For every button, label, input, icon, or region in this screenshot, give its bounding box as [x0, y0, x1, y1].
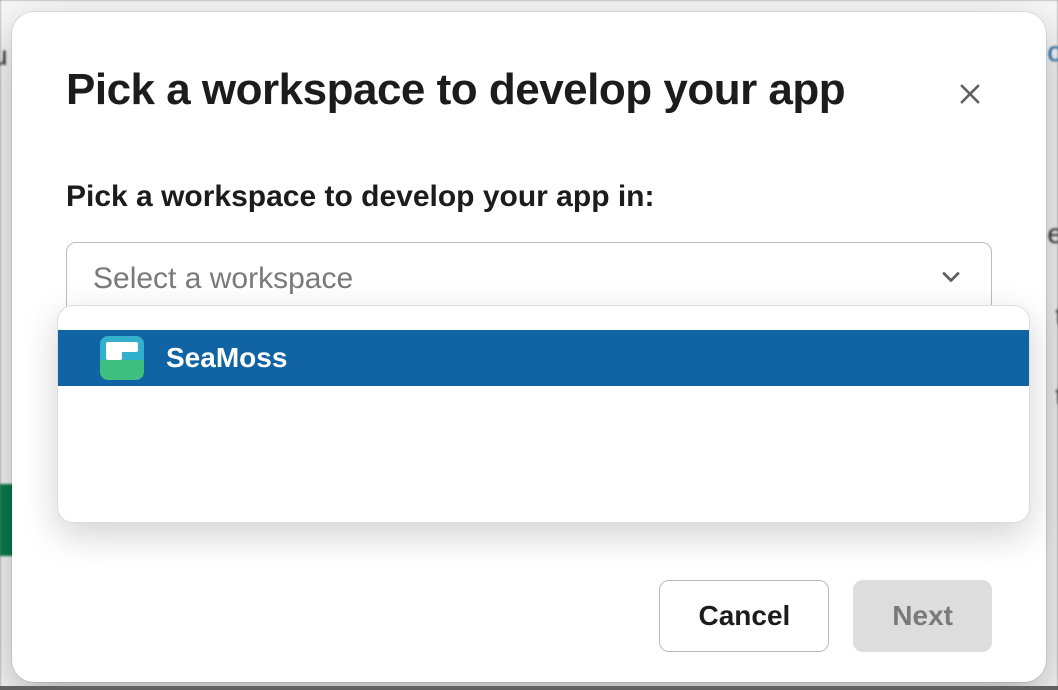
next-button[interactable]: Next [853, 580, 992, 652]
workspace-icon [100, 336, 144, 380]
modal-footer: Cancel Next [66, 560, 992, 652]
workspace-picker-modal: Pick a workspace to develop your app Pic… [12, 12, 1046, 682]
workspace-dropdown: SeaMoss [57, 305, 1030, 523]
modal-header: Pick a workspace to develop your app [66, 66, 992, 116]
modal-title: Pick a workspace to develop your app [66, 66, 845, 114]
bottom-edge [0, 686, 1058, 690]
workspace-option-seamoss[interactable]: SeaMoss [58, 330, 1029, 386]
workspace-option-label: SeaMoss [166, 342, 287, 374]
workspace-field-label: Pick a workspace to develop your app in: [66, 180, 992, 214]
workspace-select-placeholder: Select a workspace [93, 262, 353, 296]
chevron-down-icon [937, 263, 965, 296]
close-button[interactable] [948, 72, 992, 116]
workspace-select-wrap: Select a workspace SeaMoss [66, 242, 992, 316]
close-icon [956, 80, 984, 108]
cancel-button[interactable]: Cancel [659, 580, 829, 652]
